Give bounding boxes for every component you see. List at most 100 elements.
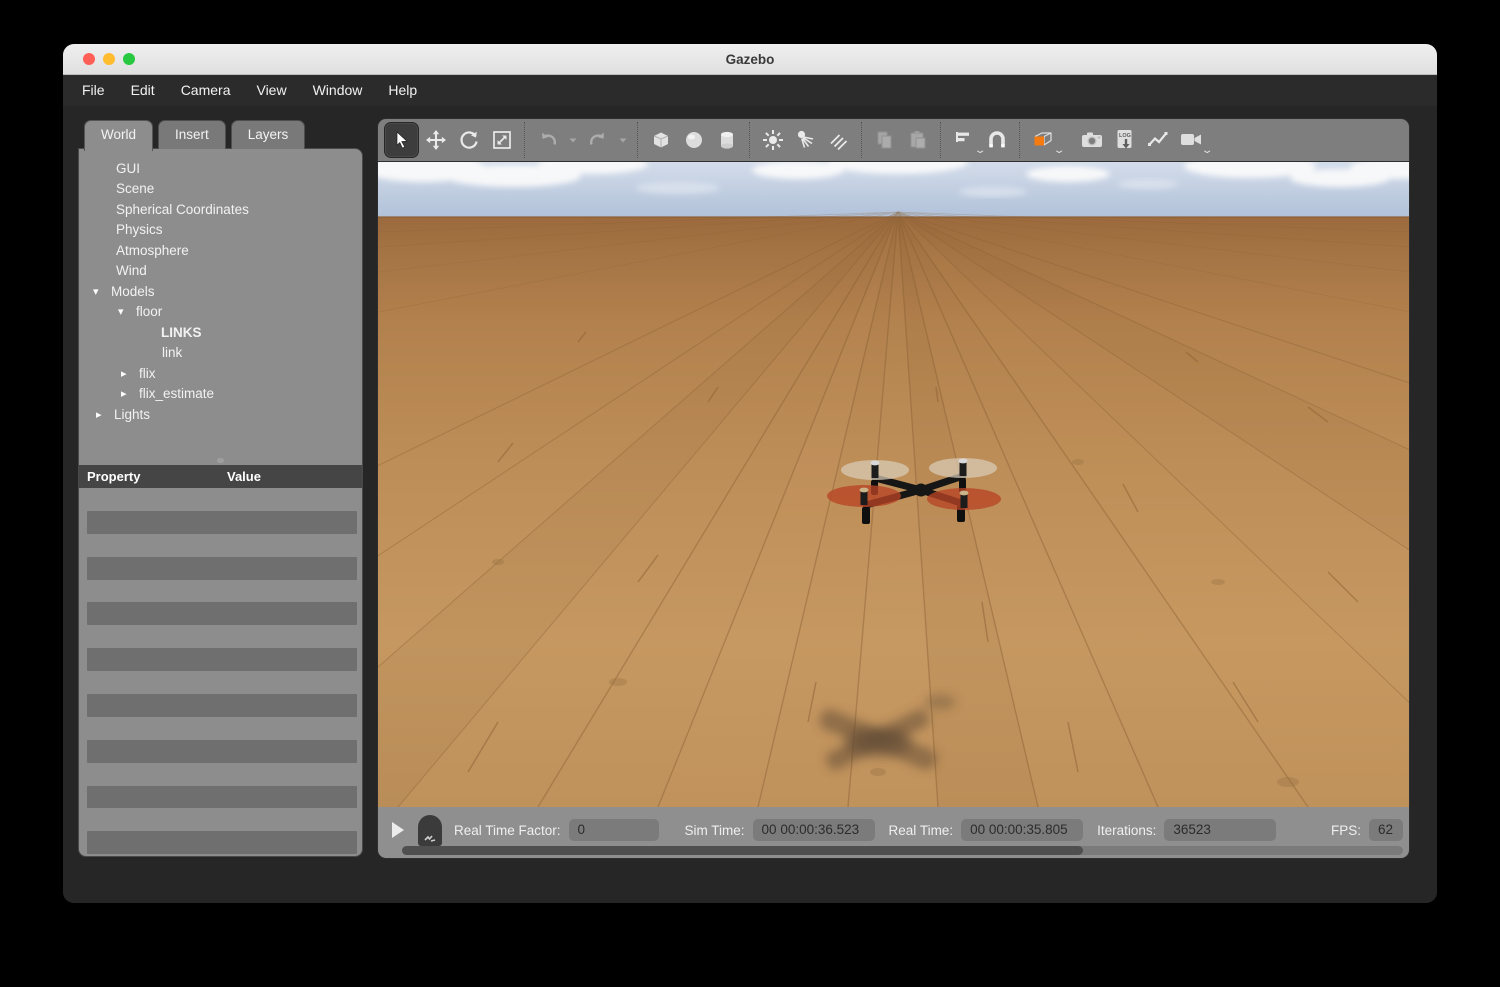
toolbar-separator	[749, 122, 750, 158]
step-button[interactable]	[418, 815, 442, 846]
insert-cylinder-button[interactable]	[710, 123, 743, 157]
video-record-button[interactable]: ⌄	[1174, 123, 1207, 157]
property-row-empty	[87, 694, 357, 717]
tree-item-gui[interactable]: GUI	[79, 158, 362, 179]
tree-item-lights[interactable]: ▸Lights	[79, 404, 362, 425]
expand-icon[interactable]: ▸	[121, 367, 139, 380]
expand-icon[interactable]: ▸	[121, 387, 139, 400]
chevron-down-icon: ⌄	[1201, 145, 1214, 156]
select-tool-button[interactable]	[384, 122, 419, 158]
tree-item-flix[interactable]: ▸flix	[79, 363, 362, 384]
collapse-icon[interactable]: ▾	[118, 305, 136, 318]
video-record-icon	[1179, 130, 1203, 150]
rotate-tool-icon	[459, 130, 479, 150]
real-time-label: Real Time:	[889, 823, 954, 838]
redo-button[interactable]	[581, 123, 614, 157]
redo-icon	[588, 130, 608, 150]
minimize-window-button[interactable]	[103, 53, 115, 65]
iterations-label: Iterations:	[1097, 823, 1156, 838]
insert-sphere-button[interactable]	[677, 123, 710, 157]
toolbar-separator	[940, 122, 941, 158]
paste-button[interactable]	[901, 123, 934, 157]
property-row-empty	[87, 786, 357, 809]
tree-item-models[interactable]: ▾Models	[79, 281, 362, 302]
point-light-icon	[762, 129, 784, 151]
snap-button[interactable]	[980, 123, 1013, 157]
menu-file[interactable]: File	[69, 75, 118, 106]
simulation-scene	[378, 162, 1410, 807]
splitter-grip-icon	[217, 458, 224, 463]
tree-item-wind[interactable]: Wind	[79, 261, 362, 282]
simulation-status-bar: Real Time Factor: 0 Sim Time: 00 00:00:3…	[377, 807, 1410, 859]
panel-splitter[interactable]	[79, 456, 362, 465]
directional-light-button[interactable]	[822, 123, 855, 157]
title-bar: Gazebo	[63, 44, 1437, 75]
tree-item-scene[interactable]: Scene	[79, 179, 362, 200]
undo-icon	[538, 130, 558, 150]
fps-label: FPS:	[1331, 823, 1361, 838]
tree-item-atmosphere[interactable]: Atmosphere	[79, 240, 362, 261]
tree-item-physics[interactable]: Physics	[79, 220, 362, 241]
tab-insert[interactable]: Insert	[158, 120, 226, 149]
property-row-empty	[79, 625, 362, 648]
tree-item-links[interactable]: LINKS	[79, 322, 362, 343]
tree-item-label: Physics	[116, 222, 163, 237]
rotate-tool-button[interactable]	[452, 123, 485, 157]
tab-layers[interactable]: Layers	[231, 120, 306, 149]
horizontal-scrollbar[interactable]	[402, 846, 1403, 855]
tree-item-label: Models	[111, 284, 155, 299]
insert-box-button[interactable]	[644, 123, 677, 157]
tab-world[interactable]: World	[84, 120, 153, 151]
iterations-value: 36523	[1164, 819, 1276, 841]
menu-edit[interactable]: Edit	[118, 75, 168, 106]
sidebar-tabs: WorldInsertLayers	[84, 120, 363, 149]
3d-viewport[interactable]	[377, 162, 1410, 807]
expand-icon[interactable]: ▸	[96, 408, 114, 421]
sim-time-label: Sim Time:	[685, 823, 745, 838]
translate-tool-button[interactable]	[419, 123, 452, 157]
log-record-button[interactable]: LOG	[1108, 123, 1141, 157]
gazebo-window: Gazebo FileEditCameraViewWindowHelp Worl…	[63, 44, 1437, 903]
spot-light-button[interactable]	[789, 123, 822, 157]
play-button[interactable]	[392, 822, 404, 838]
menu-help[interactable]: Help	[375, 75, 430, 106]
scrollbar-thumb[interactable]	[402, 846, 1083, 855]
tree-item-link[interactable]: link	[79, 343, 362, 364]
property-row-empty	[87, 648, 357, 671]
scene-tree: GUISceneSpherical Coordinates Physics Atmo…	[79, 149, 362, 456]
collapse-icon[interactable]: ▾	[93, 285, 111, 298]
close-window-button[interactable]	[83, 53, 95, 65]
align-button[interactable]: ⌄	[947, 123, 980, 157]
log-record-icon: LOG	[1114, 128, 1136, 152]
content-area: WorldInsertLayers GUISceneSpherical Coor…	[63, 106, 1437, 903]
copy-button[interactable]	[868, 123, 901, 157]
insert-box-icon	[650, 129, 672, 151]
insert-sphere-icon	[683, 129, 705, 151]
menu-view[interactable]: View	[243, 75, 299, 106]
spot-light-icon	[795, 129, 817, 151]
scale-tool-button[interactable]	[485, 123, 518, 157]
view-angle-button[interactable]: ⌄	[1026, 123, 1059, 157]
chevron-down-icon: ⌄	[1053, 145, 1066, 156]
point-light-button[interactable]	[756, 123, 789, 157]
undo-history-button[interactable]	[564, 123, 581, 157]
tree-item-label: floor	[136, 304, 162, 319]
tree-item-flix-estimate[interactable]: ▸flix_estimate	[79, 384, 362, 405]
real-time-value: 00 00:00:35.805	[961, 819, 1083, 841]
undo-history-icon	[568, 135, 578, 145]
tree-item-label: Lights	[114, 407, 150, 422]
fps-value: 62	[1369, 819, 1403, 841]
redo-history-button[interactable]	[614, 123, 631, 157]
menu-camera[interactable]: Camera	[168, 75, 244, 106]
property-row-empty	[79, 534, 362, 557]
tree-item-spherical-coordinates[interactable]: Spherical Coordinates	[79, 199, 362, 220]
tree-item-label: flix	[139, 366, 156, 381]
menu-window[interactable]: Window	[300, 75, 376, 106]
sim-time-value: 00 00:00:36.523	[753, 819, 875, 841]
undo-button[interactable]	[531, 123, 564, 157]
screenshot-button[interactable]	[1075, 123, 1108, 157]
zoom-window-button[interactable]	[123, 53, 135, 65]
tree-item-floor[interactable]: ▾floor	[79, 302, 362, 323]
plot-button[interactable]	[1141, 123, 1174, 157]
view-angle-icon	[1030, 129, 1056, 151]
